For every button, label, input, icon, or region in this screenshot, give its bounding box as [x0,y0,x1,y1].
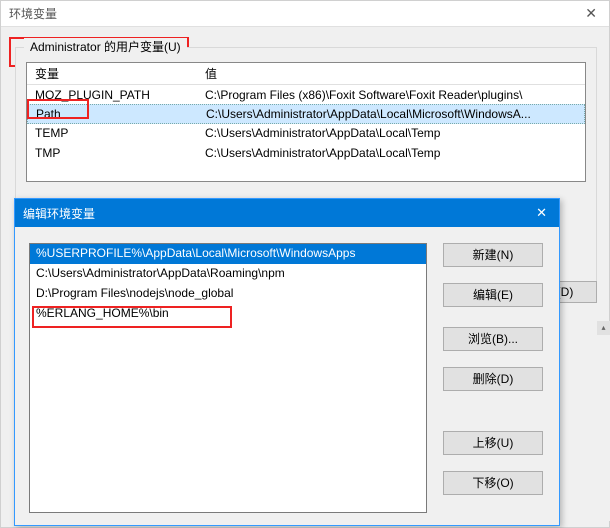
child-title: 编辑环境变量 [23,205,95,222]
close-icon[interactable]: ✕ [532,205,551,221]
table-row[interactable]: Path C:\Users\Administrator\AppData\Loca… [27,104,585,124]
edit-button[interactable]: 编辑(E) [443,283,543,307]
parent-title: 环境变量 [9,5,57,22]
var-value: C:\Users\Administrator\AppData\Local\Tem… [197,124,585,142]
scrollbar[interactable]: ▴ [597,321,610,521]
var-name: MOZ_PLUGIN_PATH [27,86,197,104]
var-value: C:\Users\Administrator\AppData\Local\Tem… [197,144,585,162]
user-vars-table[interactable]: 变量 值 MOZ_PLUGIN_PATH C:\Program Files (x… [26,62,586,182]
list-item[interactable]: D:\Program Files\nodejs\node_global [30,284,426,304]
new-button[interactable]: 新建(N) [443,243,543,267]
table-row[interactable]: MOZ_PLUGIN_PATH C:\Program Files (x86)\F… [27,85,585,105]
var-name: TEMP [27,124,197,142]
list-item[interactable]: %ERLANG_HOME%\bin [30,304,426,324]
table-row[interactable]: TEMP C:\Users\Administrator\AppData\Loca… [27,123,585,143]
var-name: TMP [27,144,197,162]
parent-titlebar[interactable]: 环境变量 ✕ [1,1,609,27]
move-down-button[interactable]: 下移(O) [443,471,543,495]
scroll-up-icon[interactable]: ▴ [597,321,610,335]
group-legend: Administrator 的用户变量(U) [24,38,187,55]
list-item[interactable]: %USERPROFILE%\AppData\Local\Microsoft\Wi… [30,244,426,264]
table-row[interactable]: TMP C:\Users\Administrator\AppData\Local… [27,143,585,163]
table-header: 变量 值 [27,63,585,85]
path-entries-list[interactable]: %USERPROFILE%\AppData\Local\Microsoft\Wi… [29,243,427,513]
edit-env-var-dialog: 编辑环境变量 ✕ %USERPROFILE%\AppData\Local\Mic… [14,198,560,526]
list-item[interactable]: C:\Users\Administrator\AppData\Roaming\n… [30,264,426,284]
browse-button[interactable]: 浏览(B)... [443,327,543,351]
var-value: C:\Program Files (x86)\Foxit Software\Fo… [197,86,585,104]
var-value: C:\Users\Administrator\AppData\Local\Mic… [198,105,584,123]
child-titlebar[interactable]: 编辑环境变量 ✕ [15,199,559,227]
delete-button[interactable]: 删除(D) [443,367,543,391]
col-variable[interactable]: 变量 [27,63,197,84]
close-icon[interactable]: ✕ [581,5,601,22]
move-up-button[interactable]: 上移(U) [443,431,543,455]
var-name: Path [28,105,198,123]
col-value[interactable]: 值 [197,63,585,84]
